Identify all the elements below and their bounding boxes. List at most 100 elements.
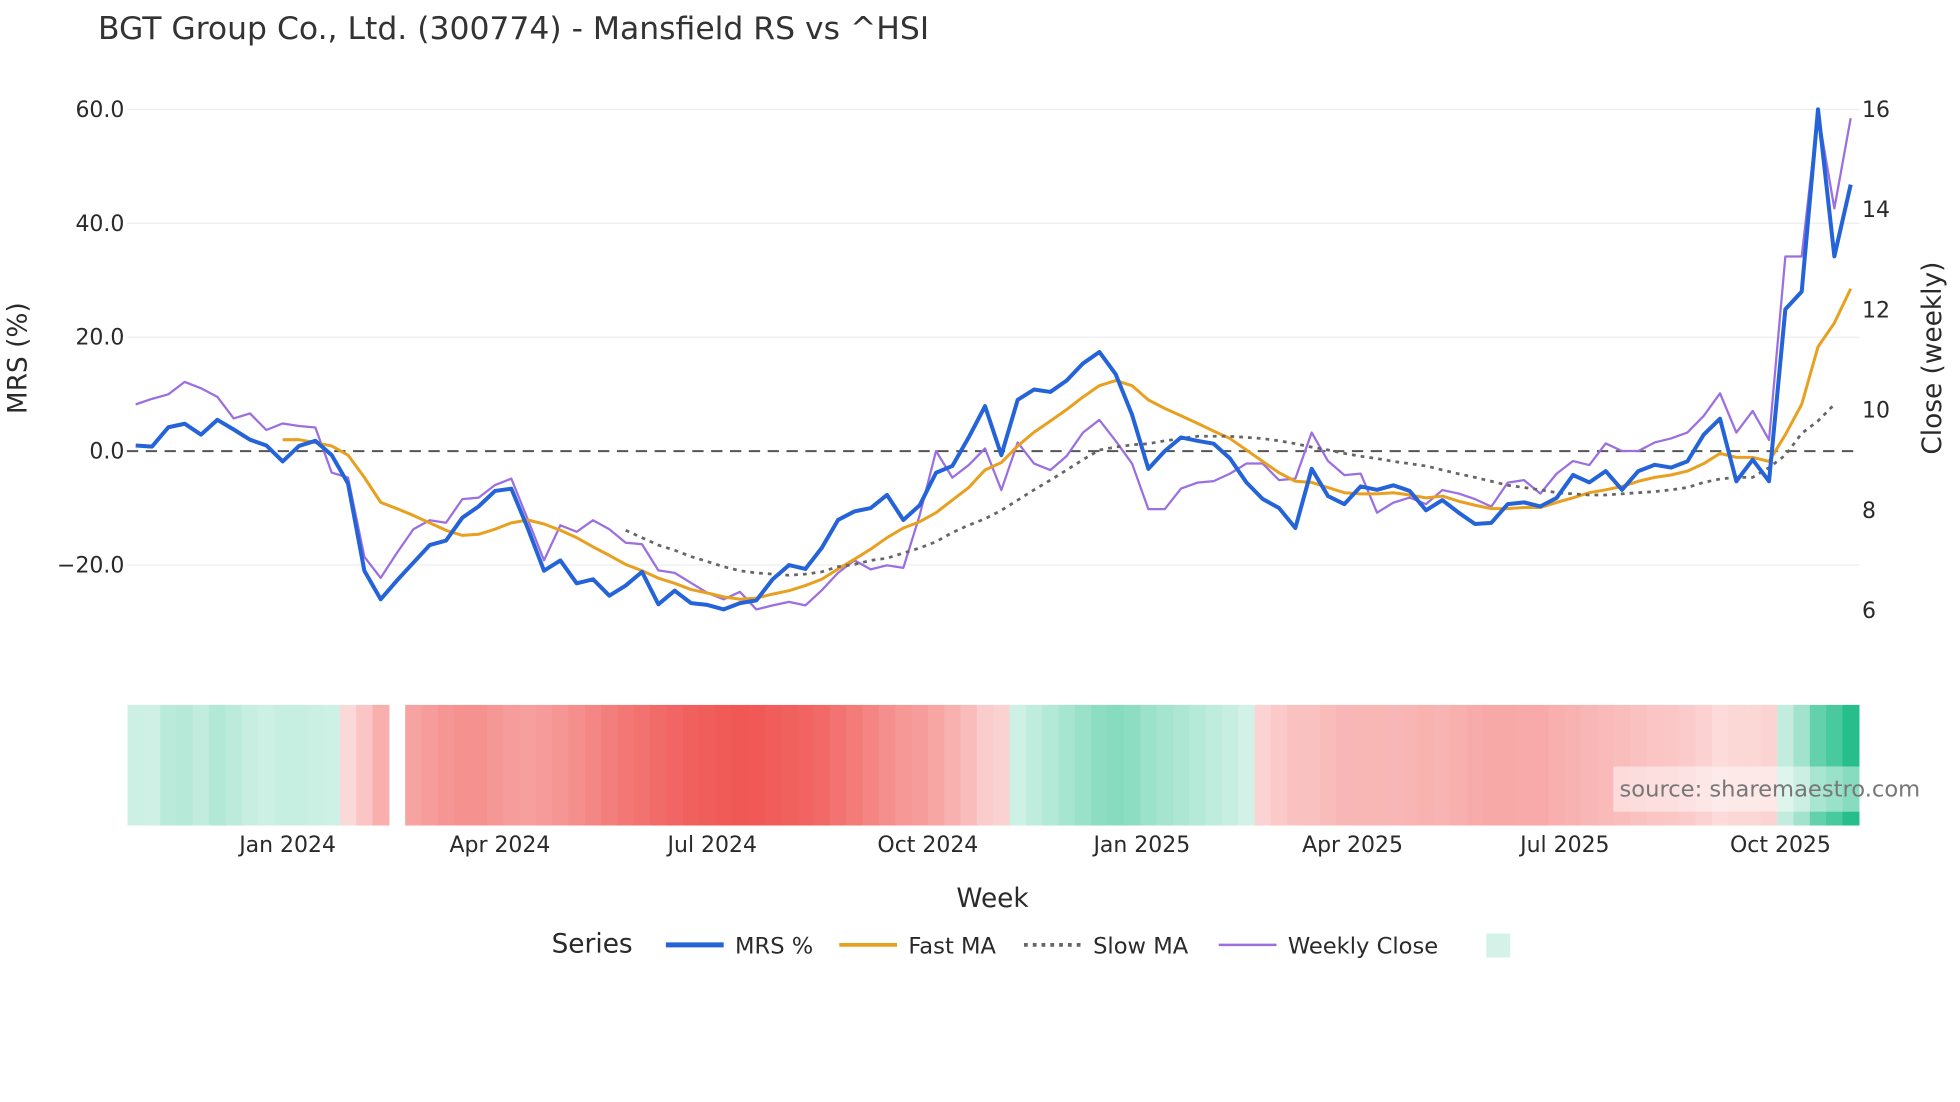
heat-strip-week — [1189, 704, 1207, 826]
legend-swatch-heat-strip — [1486, 933, 1511, 958]
heat-strip-week — [290, 704, 308, 826]
heat-strip-week — [1270, 704, 1288, 826]
heat-strip-week — [1205, 704, 1223, 826]
weekly-close-line — [135, 112, 1852, 611]
heat-strip-week — [535, 704, 553, 826]
heat-strip-week — [617, 704, 635, 826]
heat-strip-week — [486, 704, 504, 826]
x-axis: Jan 2024 Apr 2024 Jul 2024 Oct 2024 Jan 2025… — [237, 833, 1831, 858]
y2-tick-label: 8 — [1862, 499, 1876, 524]
y-axis-title: MRS (%) — [3, 302, 33, 414]
heat-strip-week — [650, 704, 668, 826]
heat-strip-week — [1564, 704, 1582, 826]
chart-title: BGT Group Co., Ltd. (300774) - Mansfield… — [98, 11, 929, 47]
legend-label: MRS % — [735, 934, 813, 960]
heat-strip-week — [960, 704, 978, 826]
x-tick-label: Apr 2025 — [1302, 833, 1403, 858]
y-tick-label: −20.0 — [57, 554, 124, 579]
legend-label: Weekly Close — [1288, 934, 1438, 960]
y2-tick-label: 12 — [1862, 298, 1890, 323]
heat-strip-week — [1466, 704, 1484, 826]
x-tick-label: Apr 2024 — [449, 833, 550, 858]
heat-strip-week — [1499, 704, 1517, 826]
rs-heat-strip — [127, 704, 1860, 826]
mansfield-rs-chart: BGT Group Co., Ltd. (300774) - Mansfield… — [3, 11, 1948, 960]
heat-strip-week — [1156, 704, 1174, 826]
heat-strip-week — [1303, 704, 1321, 826]
heat-strip-week — [1319, 704, 1337, 826]
heat-strip-week — [764, 704, 782, 826]
heat-strip-week — [454, 704, 472, 826]
heat-strip-week — [1221, 704, 1239, 826]
heat-strip-week — [1107, 704, 1125, 826]
heat-strip-week — [421, 704, 439, 826]
heat-strip-week — [225, 704, 243, 826]
y-tick-label: 40.0 — [75, 212, 124, 237]
y-tick-label: 20.0 — [75, 326, 124, 351]
heat-strip-week — [682, 704, 700, 826]
y-axis-left: 60.0 40.0 20.0 0.0 −20.0 — [57, 98, 124, 579]
heat-strip-week — [1548, 704, 1566, 826]
heat-strip-week — [1352, 704, 1370, 826]
series-lines — [135, 107, 1853, 612]
heat-strip-week — [1597, 704, 1615, 826]
heat-strip-week — [503, 704, 521, 826]
fast-ma-line — [282, 288, 1853, 601]
heat-strip-week — [911, 704, 929, 826]
heat-strip-week — [274, 704, 292, 826]
heat-strip-week — [1238, 704, 1256, 826]
heat-strip-week — [209, 704, 227, 826]
heat-strip-week — [1172, 704, 1190, 826]
heat-strip-week — [437, 704, 455, 826]
heat-strip-week — [927, 704, 945, 826]
heat-strip-week — [846, 704, 864, 826]
x-axis-title: Week — [956, 884, 1029, 914]
x-tick-label: Oct 2024 — [877, 833, 978, 858]
heat-strip-week — [584, 704, 602, 826]
heat-strip-week — [176, 704, 194, 826]
legend-label: Slow MA — [1093, 934, 1189, 960]
heat-strip-week — [1074, 704, 1092, 826]
heat-strip-week — [519, 704, 537, 826]
heat-strip-week — [1368, 704, 1386, 826]
heat-strip-week — [160, 704, 178, 826]
x-tick-label: Jan 2024 — [237, 833, 336, 858]
y2-tick-label: 10 — [1862, 399, 1890, 424]
heat-strip-week — [1009, 704, 1027, 826]
y-axis-right: 16 14 12 10 8 6 — [1862, 98, 1890, 624]
x-tick-label: Jul 2025 — [1518, 833, 1609, 858]
heat-strip-week — [356, 704, 374, 826]
heat-strip-week — [339, 704, 357, 826]
x-tick-label: Jul 2024 — [666, 833, 757, 858]
heat-strip-week — [829, 704, 847, 826]
heat-strip-week — [1434, 704, 1452, 826]
heat-strip-week — [666, 704, 684, 826]
heat-strip-week — [1581, 704, 1599, 826]
y2-tick-label: 14 — [1862, 198, 1890, 223]
slow-ma-line — [625, 403, 1836, 577]
heat-strip-week — [568, 704, 586, 826]
gridlines — [126, 108, 1860, 566]
heat-strip-week — [143, 704, 161, 826]
heat-strip-week — [127, 704, 145, 826]
heat-strip-week — [601, 704, 619, 826]
heat-strip-week — [1254, 704, 1272, 826]
heat-strip-week — [748, 704, 766, 826]
heat-strip-week — [1401, 704, 1419, 826]
heat-strip-week — [1483, 704, 1501, 826]
heat-strip-week — [976, 704, 994, 826]
heat-strip-week — [797, 704, 815, 826]
heat-strip-week — [780, 704, 798, 826]
heat-strip-week — [862, 704, 880, 826]
y-tick-label: 0.0 — [89, 440, 124, 465]
heat-strip-week — [405, 704, 423, 826]
heat-strip-week — [192, 704, 210, 826]
x-tick-label: Oct 2025 — [1730, 833, 1831, 858]
heat-strip-week — [944, 704, 962, 826]
legend: Series MRS % Fast MA Slow MA Weekly Close — [552, 929, 1511, 960]
y2-tick-label: 6 — [1862, 599, 1876, 624]
legend-label: Fast MA — [908, 934, 996, 960]
heat-strip-week — [715, 704, 733, 826]
heat-strip-week — [699, 704, 717, 826]
heat-strip-week — [258, 704, 276, 826]
